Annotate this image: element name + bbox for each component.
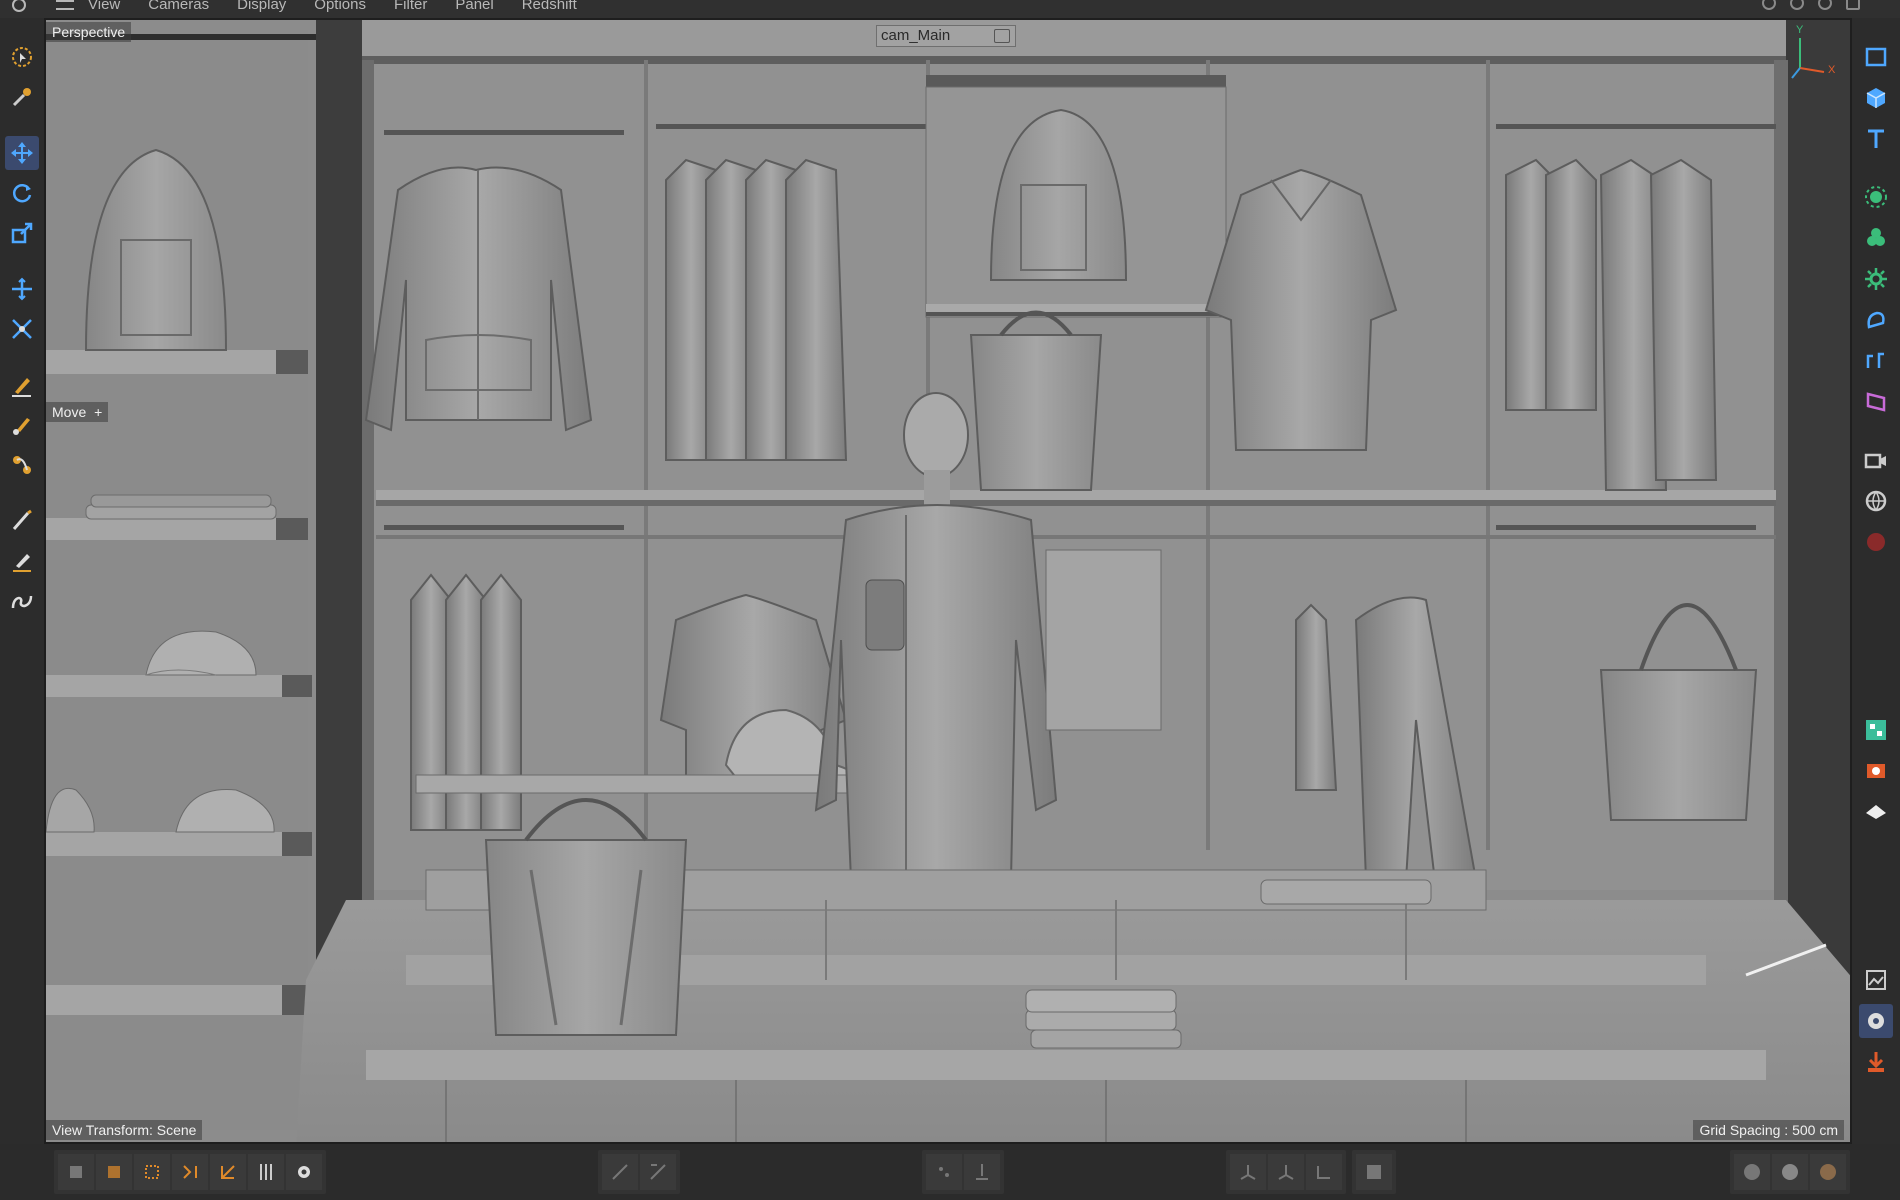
knife-icon[interactable]	[5, 544, 39, 578]
render-icon[interactable]	[1859, 754, 1893, 788]
render-picture-icon[interactable]	[1772, 1154, 1808, 1190]
snap-group	[598, 1150, 680, 1194]
perspective-label[interactable]: Perspective	[46, 22, 132, 42]
camera-link-icon[interactable]	[994, 29, 1010, 43]
pan-view-icon[interactable]	[1762, 0, 1776, 10]
menu-options[interactable]: Options	[300, 0, 380, 14]
edges-mode-icon[interactable]	[134, 1154, 170, 1190]
workplane-icon[interactable]	[926, 1154, 962, 1190]
camera-icon[interactable]	[1859, 443, 1893, 477]
menu-view[interactable]: View	[74, 0, 134, 14]
rotate-icon[interactable]	[5, 176, 39, 210]
effector-icon[interactable]	[1859, 262, 1893, 296]
move-icon[interactable]	[5, 136, 39, 170]
volume-icon[interactable]	[1859, 385, 1893, 419]
render-group	[1730, 1150, 1850, 1194]
viewport-nav-icons	[1762, 0, 1860, 10]
grid-spacing-label: Grid Spacing : 500 cm	[1693, 1120, 1844, 1140]
cinema4d-window: View Cameras Display Options Filter Pane…	[0, 0, 1900, 1200]
axis-mode-icon[interactable]	[248, 1154, 284, 1190]
material-icon[interactable]	[1859, 525, 1893, 559]
pen-icon[interactable]	[5, 368, 39, 402]
points-mode-icon[interactable]	[96, 1154, 132, 1190]
menu-filter[interactable]: Filter	[380, 0, 441, 14]
right-toolbar	[1852, 18, 1900, 1144]
mode-group	[54, 1150, 326, 1194]
camera-selector[interactable]: cam_Main	[876, 25, 1016, 47]
search-icon[interactable]	[12, 0, 26, 12]
transform-icon[interactable]	[5, 272, 39, 306]
menu-cameras[interactable]: Cameras	[134, 0, 223, 14]
snap-settings-icon[interactable]	[640, 1154, 676, 1190]
cloner-icon[interactable]	[1859, 221, 1893, 255]
axis-group	[1226, 1150, 1346, 1194]
align-workplane-icon[interactable]	[964, 1154, 1000, 1190]
export-icon[interactable]	[1859, 1045, 1893, 1079]
settings-gear-icon[interactable]	[286, 1154, 322, 1190]
viewport-layout-icon[interactable]	[1356, 1154, 1392, 1190]
placement-icon[interactable]	[5, 312, 39, 346]
menu-panel[interactable]: Panel	[441, 0, 507, 14]
field-icon[interactable]	[1859, 344, 1893, 378]
axis-x-label: X	[1828, 64, 1836, 76]
menu-display[interactable]: Display	[223, 0, 300, 14]
move-gizmo-icon: +	[94, 404, 103, 420]
plane-icon[interactable]	[1859, 40, 1893, 74]
sculpt-icon[interactable]	[5, 448, 39, 482]
viewport-settings-group	[1352, 1150, 1396, 1194]
rotate-view-icon[interactable]	[1818, 0, 1832, 10]
polygons-mode-icon[interactable]	[172, 1154, 208, 1190]
model-mode-icon[interactable]	[58, 1154, 94, 1190]
menu-redshift[interactable]: Redshift	[508, 0, 591, 14]
view-transform-label: View Transform: Scene	[46, 1120, 203, 1140]
text-icon[interactable]	[1859, 122, 1893, 156]
brush-icon[interactable]	[5, 408, 39, 442]
deformer-icon[interactable]	[1859, 303, 1893, 337]
axis-y-label: Y	[1796, 24, 1804, 36]
cube-icon[interactable]	[1859, 81, 1893, 115]
snap-icon[interactable]	[602, 1154, 638, 1190]
active-tool-label: Move +	[46, 402, 109, 422]
asset-browser-icon[interactable]	[1859, 713, 1893, 747]
locked-axis-icon[interactable]	[1230, 1154, 1266, 1190]
environment-icon[interactable]	[1859, 484, 1893, 518]
render-view-icon[interactable]	[1734, 1154, 1770, 1190]
paint-icon[interactable]	[5, 504, 39, 538]
magic-wand-icon[interactable]	[5, 80, 39, 114]
light-icon[interactable]	[1859, 795, 1893, 829]
left-toolbar	[0, 18, 44, 1144]
axis-modeling-icon[interactable]	[1306, 1154, 1342, 1190]
tool-name: Move	[52, 404, 87, 420]
generator-icon[interactable]	[1859, 180, 1893, 214]
hamburger-icon[interactable]	[56, 0, 74, 10]
workplane-group	[922, 1150, 1004, 1194]
zoom-view-icon[interactable]	[1790, 0, 1804, 10]
render-settings-icon[interactable]	[1859, 1004, 1893, 1038]
uv-mode-icon[interactable]	[210, 1154, 246, 1190]
scene-render	[46, 20, 1850, 1142]
spline-icon[interactable]	[5, 584, 39, 618]
scale-icon[interactable]	[5, 216, 39, 250]
viewport-menubar: View Cameras Display Options Filter Pane…	[0, 0, 1900, 18]
world-axis-icon[interactable]	[1268, 1154, 1304, 1190]
camera-name: cam_Main	[881, 27, 951, 44]
bottom-toolbar	[0, 1144, 1900, 1200]
toggle-view-icon[interactable]	[1846, 0, 1860, 10]
render-queue-icon[interactable]	[1810, 1154, 1846, 1190]
3d-viewport[interactable]: Y X Perspective cam_Main Move + View Tra…	[44, 18, 1852, 1144]
live-selection-icon[interactable]	[5, 40, 39, 74]
picture-viewer-icon[interactable]	[1859, 963, 1893, 997]
